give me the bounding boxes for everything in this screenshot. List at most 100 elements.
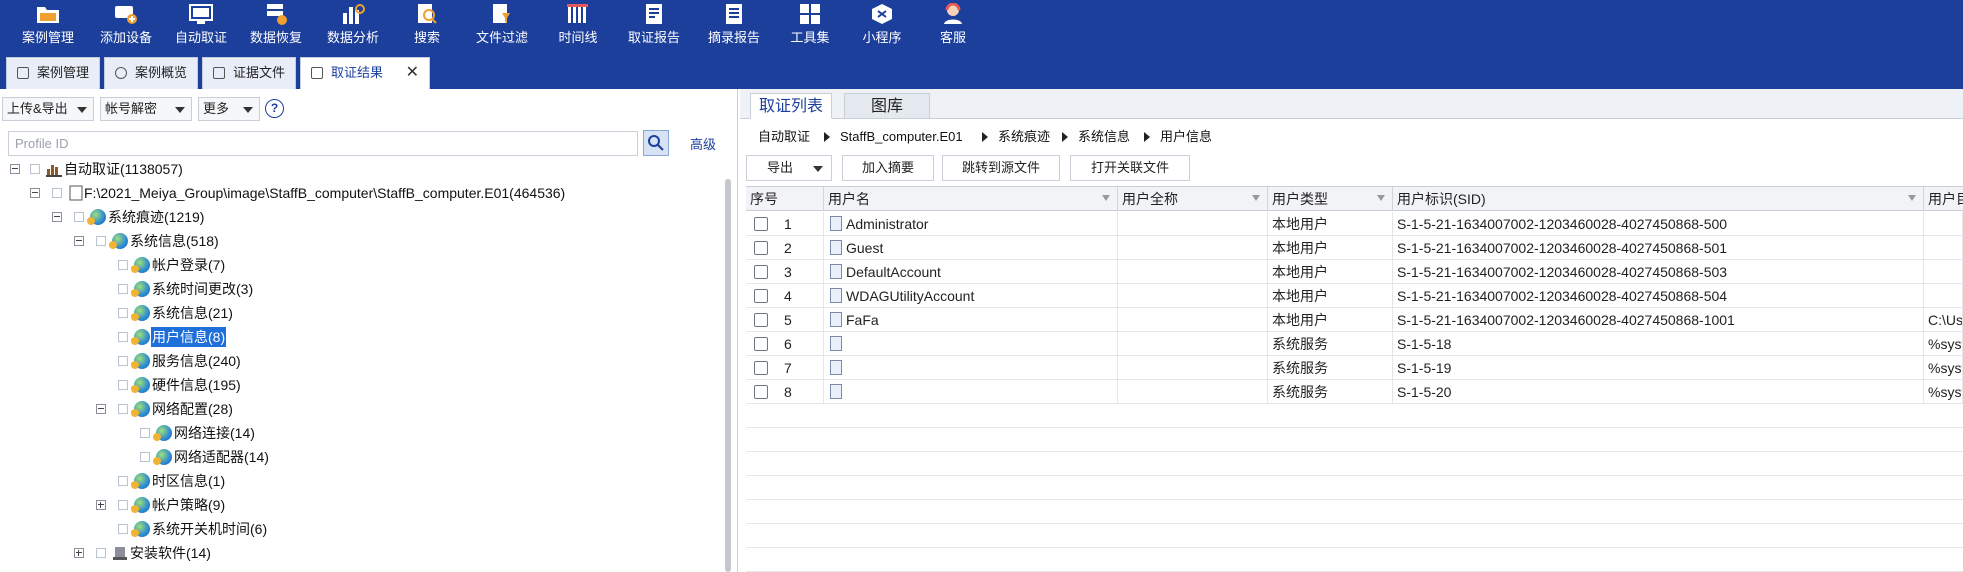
tree-checkbox[interactable] <box>118 500 128 510</box>
tree-checkbox[interactable] <box>118 404 128 414</box>
collapse-toggle[interactable] <box>52 212 62 222</box>
table-row[interactable]: 6 系统服务 S-1-5-18 %syst <box>746 332 1963 356</box>
globe-icon <box>153 425 172 441</box>
tree-node-time-change[interactable]: 系统时间更改(3) <box>0 279 720 299</box>
collapse-toggle[interactable] <box>74 236 84 246</box>
tree-node-auto-forensics[interactable]: 自动取证(1138057) <box>0 159 720 179</box>
cell-dir: C:\Us <box>1924 308 1963 332</box>
tree-node-hardware-info[interactable]: 硬件信息(195) <box>0 375 720 395</box>
collapse-toggle[interactable] <box>30 188 40 198</box>
expand-toggle[interactable] <box>96 500 106 510</box>
filter-icon[interactable] <box>1252 195 1260 201</box>
tree-node-account-login[interactable]: 帐户登录(7) <box>0 255 720 275</box>
column-header-username[interactable]: 用户名 <box>824 187 1118 211</box>
toolbar-forensics-report-button[interactable]: 取证报告 <box>614 0 694 46</box>
cell-full <box>1118 332 1268 356</box>
toolbar-data-analysis-button[interactable]: 数据分析 <box>314 0 392 46</box>
tree-checkbox[interactable] <box>118 260 128 270</box>
more-dropdown[interactable]: 更多 <box>198 97 260 121</box>
tree-node-power-on-off-time[interactable]: 系统开关机时间(6) <box>0 519 720 539</box>
tab-forensics-results[interactable]: 取证结果 ✕ <box>300 57 430 89</box>
tree-checkbox[interactable] <box>140 428 150 438</box>
tree-checkbox[interactable] <box>118 284 128 294</box>
tree-checkbox[interactable] <box>74 212 84 222</box>
tree-node-system-info-group[interactable]: 系统信息(518) <box>0 231 720 251</box>
toolbar-excerpt-report-button[interactable]: 摘录报告 <box>694 0 774 46</box>
tree-checkbox[interactable] <box>118 380 128 390</box>
tree-checkbox[interactable] <box>52 188 62 198</box>
profile-id-search-input[interactable] <box>8 131 638 156</box>
tree-node-account-policy[interactable]: 帐户策略(9) <box>0 495 720 515</box>
tree-node-installed-software[interactable]: 安装软件(14) <box>0 543 720 563</box>
column-header-user-dir[interactable]: 用户目 <box>1924 187 1963 211</box>
breadcrumb-item[interactable]: 系统痕迹 <box>998 127 1050 147</box>
tree-node-network-connection[interactable]: 网络连接(14) <box>0 423 720 443</box>
breadcrumb-item[interactable]: 系统信息 <box>1078 127 1130 147</box>
filter-icon[interactable] <box>1102 195 1110 201</box>
add-to-excerpt-button[interactable]: 加入摘要 <box>842 155 934 181</box>
tree-checkbox[interactable] <box>118 308 128 318</box>
toolbar-add-device-button[interactable]: 添加设备 <box>88 0 164 46</box>
tree-node-timezone-info[interactable]: 时区信息(1) <box>0 471 720 491</box>
table-row[interactable]: 2 Guest 本地用户 S-1-5-21-1634007002-1203460028… <box>746 236 1963 260</box>
tree-node-network-config[interactable]: 网络配置(28) <box>0 399 720 419</box>
account-decrypt-dropdown[interactable]: 帐号解密 <box>100 97 192 121</box>
column-header-index[interactable]: 序号 <box>746 187 824 211</box>
filter-icon[interactable] <box>1908 195 1916 201</box>
table-row[interactable]: 4 WDAGUtilityAccount 本地用户 S-1-5-21-16340070… <box>746 284 1963 308</box>
breadcrumb-item[interactable]: 自动取证 <box>758 127 810 147</box>
tree-checkbox[interactable] <box>140 452 150 462</box>
tree-checkbox[interactable] <box>118 356 128 366</box>
toolbar-toolset-button[interactable]: 工具集 <box>774 0 846 46</box>
table-row <box>746 428 1963 452</box>
breadcrumb-item[interactable]: StaffB_computer.E01 <box>840 127 963 147</box>
toolbar-case-management-button[interactable]: 案例管理 <box>8 0 88 46</box>
tree-checkbox[interactable] <box>118 332 128 342</box>
tree-node-system-info[interactable]: 系统信息(21) <box>0 303 720 323</box>
toolbar-support-button[interactable]: 客服 <box>918 0 988 46</box>
close-icon[interactable]: ✕ <box>406 58 419 88</box>
filter-icon[interactable] <box>1377 195 1385 201</box>
column-header-full-name[interactable]: 用户全称 <box>1118 187 1268 211</box>
toolbar-file-filter-button[interactable]: 文件过滤 <box>462 0 542 46</box>
table-row[interactable]: 3 DefaultAccount 本地用户 S-1-5-21-1634007002-1… <box>746 260 1963 284</box>
tab-case-management[interactable]: 案例管理 <box>6 57 100 89</box>
tab-case-overview[interactable]: 案例概览 <box>104 57 198 89</box>
column-header-user-type[interactable]: 用户类型 <box>1268 187 1393 211</box>
globe-icon <box>109 233 128 249</box>
tab-evidence-files[interactable]: 证据文件 <box>202 57 296 89</box>
tree-checkbox[interactable] <box>118 476 128 486</box>
tree-node-service-info[interactable]: 服务信息(240) <box>0 351 720 371</box>
table-row[interactable]: 8 系统服务 S-1-5-20 %syst <box>746 380 1963 404</box>
tab-forensics-list[interactable]: 取证列表 <box>750 93 832 119</box>
tree-node-system-traces[interactable]: 系统痕迹(1219) <box>0 207 720 227</box>
toolbar-timeline-button[interactable]: 时间线 <box>542 0 614 46</box>
export-dropdown-button[interactable]: 导出 <box>746 155 832 181</box>
tab-gallery[interactable]: 图库 <box>844 93 930 119</box>
tree-checkbox[interactable] <box>118 524 128 534</box>
tree-scrollbar[interactable] <box>725 179 731 572</box>
tree-checkbox[interactable] <box>96 236 106 246</box>
toolbar-search-button[interactable]: 搜索 <box>392 0 462 46</box>
jump-to-source-button[interactable]: 跳转到源文件 <box>942 155 1060 181</box>
table-row[interactable]: 7 系统服务 S-1-5-19 %syst <box>746 356 1963 380</box>
toolbar-auto-forensics-button[interactable]: 自动取证 <box>164 0 238 46</box>
advanced-search-link[interactable]: 高级 <box>690 134 716 153</box>
collapse-toggle[interactable] <box>10 164 20 174</box>
tree-node-network-adapter[interactable]: 网络适配器(14) <box>0 447 720 467</box>
search-button[interactable] <box>643 130 669 156</box>
help-icon[interactable]: ? <box>265 99 284 118</box>
tree-checkbox[interactable] <box>96 548 106 558</box>
collapse-toggle[interactable] <box>96 404 106 414</box>
tree-checkbox[interactable] <box>30 164 40 174</box>
column-header-sid[interactable]: 用户标识(SID) <box>1393 187 1924 211</box>
tree-node-user-info[interactable]: 用户信息(8) <box>0 327 720 347</box>
table-row[interactable]: 5 FaFa 本地用户 S-1-5-21-1634007002-1203460028-… <box>746 308 1963 332</box>
tree-node-evidence-image[interactable]: F:\2021_Meiya_Group\image\StaffB_compute… <box>0 183 720 203</box>
toolbar-mini-program-button[interactable]: 小程序 <box>846 0 918 46</box>
open-related-file-button[interactable]: 打开关联文件 <box>1070 155 1190 181</box>
expand-toggle[interactable] <box>74 548 84 558</box>
table-row[interactable]: 1 Administrator 本地用户 S-1-5-21-1634007002-12… <box>746 212 1963 236</box>
upload-export-dropdown[interactable]: 上传&导出 <box>2 97 94 121</box>
toolbar-data-recovery-button[interactable]: 数据恢复 <box>238 0 314 46</box>
